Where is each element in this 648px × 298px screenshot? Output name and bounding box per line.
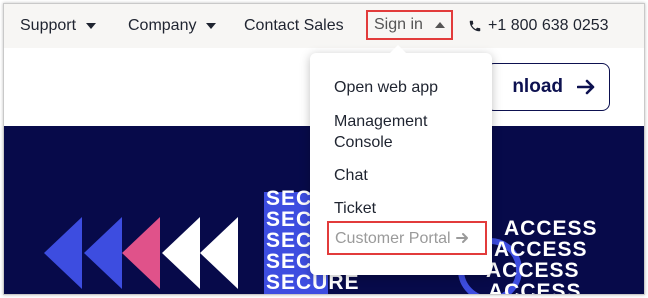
chevron-graphic (84, 217, 122, 289)
nav-support-label: Support (20, 17, 77, 34)
access-word: ACCESS (504, 217, 598, 240)
arrow-right-icon (577, 79, 595, 95)
sign-in-dropdown-menu: Open web app Management Console Chat Tic… (310, 45, 492, 275)
arrow-right-icon (455, 233, 468, 243)
menu-item-management-console[interactable]: Management (334, 111, 427, 132)
browser-viewport: Support Company Contact Sales Sign in +1… (3, 3, 645, 295)
chevron-graphic (200, 217, 238, 289)
chevron-up-icon (434, 22, 445, 28)
phone-icon (469, 20, 481, 32)
menu-item-chat[interactable]: Chat (334, 165, 368, 186)
secure-word: SECURE (266, 271, 360, 294)
download-button-label: nload (512, 76, 563, 97)
nav-company[interactable]: Company (128, 14, 217, 38)
access-word: ACCESS (488, 280, 582, 294)
nav-sign-in[interactable]: Sign in (366, 10, 453, 40)
top-navigation: Support Company Contact Sales Sign in +1… (4, 4, 644, 48)
dropdown-pointer (390, 45, 406, 53)
nav-contact-sales-label: Contact Sales (244, 17, 344, 34)
menu-item-customer-portal[interactable]: Customer Portal (327, 221, 487, 255)
nav-support[interactable]: Support (20, 14, 97, 38)
nav-sign-in-label: Sign in (374, 16, 423, 33)
access-word: ACCESS (494, 238, 588, 261)
chevron-down-icon (206, 23, 217, 29)
menu-item-ticket[interactable]: Ticket (334, 198, 376, 219)
chevron-graphic (44, 217, 82, 289)
menu-item-open-web-app[interactable]: Open web app (334, 77, 438, 98)
menu-item-management-console-line2[interactable]: Console (334, 132, 393, 153)
customer-portal-label: Customer Portal (335, 229, 451, 247)
chevron-graphic (122, 217, 160, 289)
download-button[interactable]: nload (486, 63, 610, 111)
nav-company-label: Company (128, 17, 197, 34)
chevron-graphic (162, 217, 200, 289)
nav-phone[interactable]: +1 800 638 0253 (468, 14, 609, 38)
phone-number: +1 800 638 0253 (488, 17, 609, 34)
access-word: ACCESS (486, 259, 580, 282)
chevron-down-icon (86, 23, 97, 29)
nav-contact-sales[interactable]: Contact Sales (244, 14, 344, 38)
